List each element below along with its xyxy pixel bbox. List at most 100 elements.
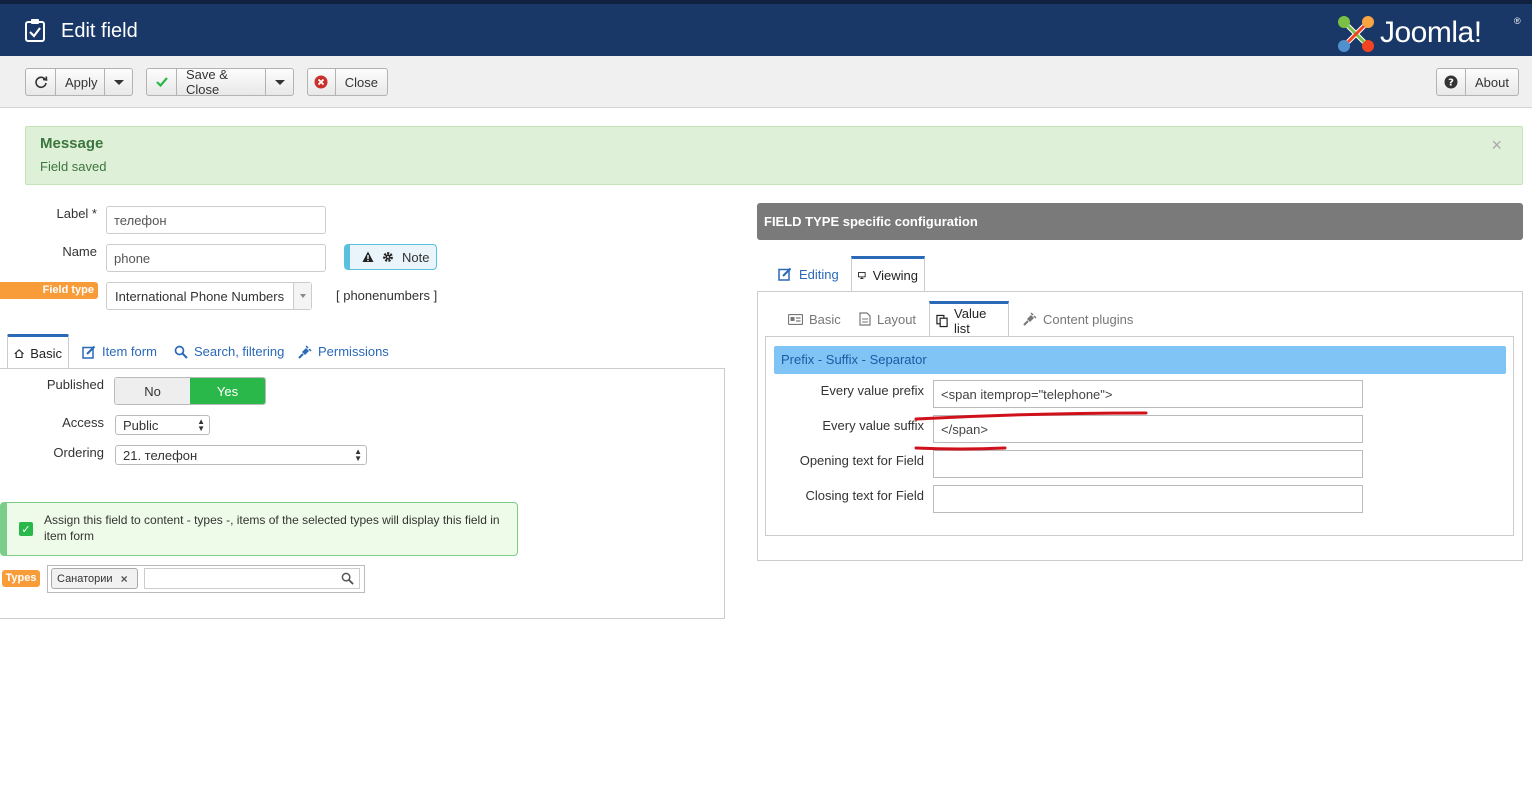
clipboard-check-icon	[25, 19, 45, 42]
opening-text-label: Opening text for Field	[799, 453, 924, 468]
access-value: Public	[123, 417, 159, 433]
tab-item-form-label: Item form	[102, 344, 157, 359]
caret-down-icon	[113, 79, 124, 85]
subtab-content-plugins[interactable]: Content plugins	[1023, 301, 1133, 337]
field-type-config-header: FIELD TYPE specific configuration	[757, 203, 1523, 240]
close-circle-icon	[308, 69, 336, 95]
tab-viewing-label: Viewing	[872, 268, 918, 283]
subtab-value-list[interactable]: Value list	[929, 301, 1009, 337]
tab-viewing[interactable]: Viewing	[851, 256, 925, 292]
types-label: Types	[2, 570, 40, 587]
search-icon	[174, 345, 188, 359]
home-icon	[14, 348, 24, 358]
id-card-icon	[788, 313, 803, 325]
note-label: Note	[402, 249, 430, 265]
published-no-option[interactable]: No	[115, 378, 190, 404]
tab-permissions[interactable]: Permissions	[298, 334, 389, 369]
name-input[interactable]: phone	[106, 244, 326, 272]
opening-text-input[interactable]	[933, 450, 1363, 478]
joomla-logo-reg: ®	[1514, 16, 1521, 26]
joomla-logo-text: Joomla!	[1380, 16, 1482, 49]
tab-item-form[interactable]: Item form	[82, 334, 157, 369]
refresh-icon	[26, 69, 56, 95]
subtab-value-list-label: Value list	[954, 305, 987, 336]
types-search-input[interactable]	[144, 568, 360, 589]
joomla-logo: Joomla! ®	[1336, 12, 1522, 56]
field-type-value: International Phone Numbers	[115, 288, 285, 304]
toolbar: Apply Save & Close Close ? About	[0, 56, 1532, 108]
message-text: Field saved	[40, 159, 107, 174]
field-type-label: Field type	[0, 282, 98, 299]
save-close-dropdown-toggle[interactable]	[265, 69, 293, 95]
every-value-prefix-label: Every value prefix	[820, 383, 924, 398]
label-input[interactable]: телефон	[106, 206, 326, 234]
ordering-label: Ordering	[53, 445, 104, 460]
edit-icon	[82, 345, 96, 359]
subtab-layout-label: Layout	[877, 311, 917, 327]
plug-icon	[1023, 312, 1037, 326]
caret-down-icon	[274, 79, 285, 85]
tab-editing[interactable]: Editing	[778, 256, 839, 292]
about-button[interactable]: ? About	[1436, 68, 1519, 96]
subtab-basic[interactable]: Basic	[788, 301, 841, 337]
save-close-label: Save & Close	[186, 67, 228, 97]
plug-icon	[298, 344, 312, 359]
assign-types-text: Assign this field to content - types -, …	[44, 513, 500, 543]
ordering-select[interactable]: 21. телефон ▲ ▼	[115, 445, 367, 465]
system-message: Message Field saved ×	[25, 126, 1523, 185]
close-button[interactable]: Close	[307, 68, 388, 96]
apply-button[interactable]: Apply	[25, 68, 133, 96]
ordering-value: 21. телефон	[123, 447, 198, 463]
access-label: Access	[62, 415, 104, 430]
message-title: Message	[40, 135, 104, 152]
apply-label: Apply	[65, 74, 98, 90]
assign-types-notice: ✓ Assign this field to content - types -…	[0, 502, 518, 556]
help-icon: ?	[1437, 69, 1467, 95]
select-arrows-icon: ▲ ▼	[354, 447, 362, 463]
remove-tag-icon[interactable]: ×	[121, 572, 128, 586]
tab-permissions-label: Permissions	[318, 344, 389, 359]
types-tag: Санатории ×	[51, 568, 138, 589]
check-icon	[147, 69, 177, 95]
warning-icon	[362, 251, 374, 262]
subtab-layout[interactable]: Layout	[859, 301, 916, 337]
every-value-suffix-input[interactable]: </span>	[933, 415, 1363, 443]
prefix-suffix-section-header: Prefix - Suffix - Separator	[774, 346, 1506, 374]
select-arrows-icon: ▲ ▼	[197, 417, 205, 433]
about-label: About	[1475, 74, 1509, 90]
label-field-label: Label *	[56, 206, 97, 221]
page-title: Edit field	[61, 20, 138, 42]
tab-basic[interactable]: Basic	[7, 334, 69, 369]
svg-text:?: ?	[1448, 78, 1454, 89]
tab-basic-label: Basic	[30, 345, 62, 361]
note-button[interactable]: Note	[344, 244, 437, 270]
access-select[interactable]: Public ▲ ▼	[115, 415, 210, 435]
every-value-prefix-input[interactable]: <span itemprop="telephone">	[933, 380, 1363, 408]
subtab-basic-label: Basic	[809, 311, 841, 327]
tab-editing-label: Editing	[799, 266, 839, 282]
checkbox-checked-icon[interactable]: ✓	[19, 522, 33, 536]
edit-icon	[778, 267, 792, 281]
apply-dropdown-toggle[interactable]	[104, 69, 132, 95]
message-close-icon[interactable]: ×	[1491, 135, 1502, 156]
closing-text-label: Closing text for Field	[805, 488, 925, 503]
tab-search-filtering-label: Search, filtering	[194, 344, 285, 359]
document-icon	[859, 312, 871, 326]
field-type-select[interactable]: International Phone Numbers	[106, 282, 312, 310]
search-icon	[341, 572, 354, 585]
chevron-down-icon	[293, 283, 311, 309]
close-label: Close	[344, 74, 378, 90]
published-toggle[interactable]: No Yes	[114, 377, 266, 405]
name-field-label: Name	[62, 244, 97, 259]
monitor-icon	[858, 272, 866, 279]
save-close-button[interactable]: Save & Close	[146, 67, 294, 97]
joomla-logo-icon	[1338, 16, 1374, 52]
published-label: Published	[46, 377, 104, 392]
subtab-content-plugins-label: Content plugins	[1043, 311, 1134, 327]
published-yes-option[interactable]: Yes	[190, 378, 265, 404]
tab-search-filtering[interactable]: Search, filtering	[174, 334, 284, 369]
app-header: Edit field Joomla! ®	[0, 0, 1532, 56]
gear-icon	[383, 252, 393, 262]
closing-text-input[interactable]	[933, 485, 1363, 513]
every-value-suffix-label: Every value suffix	[822, 418, 924, 433]
